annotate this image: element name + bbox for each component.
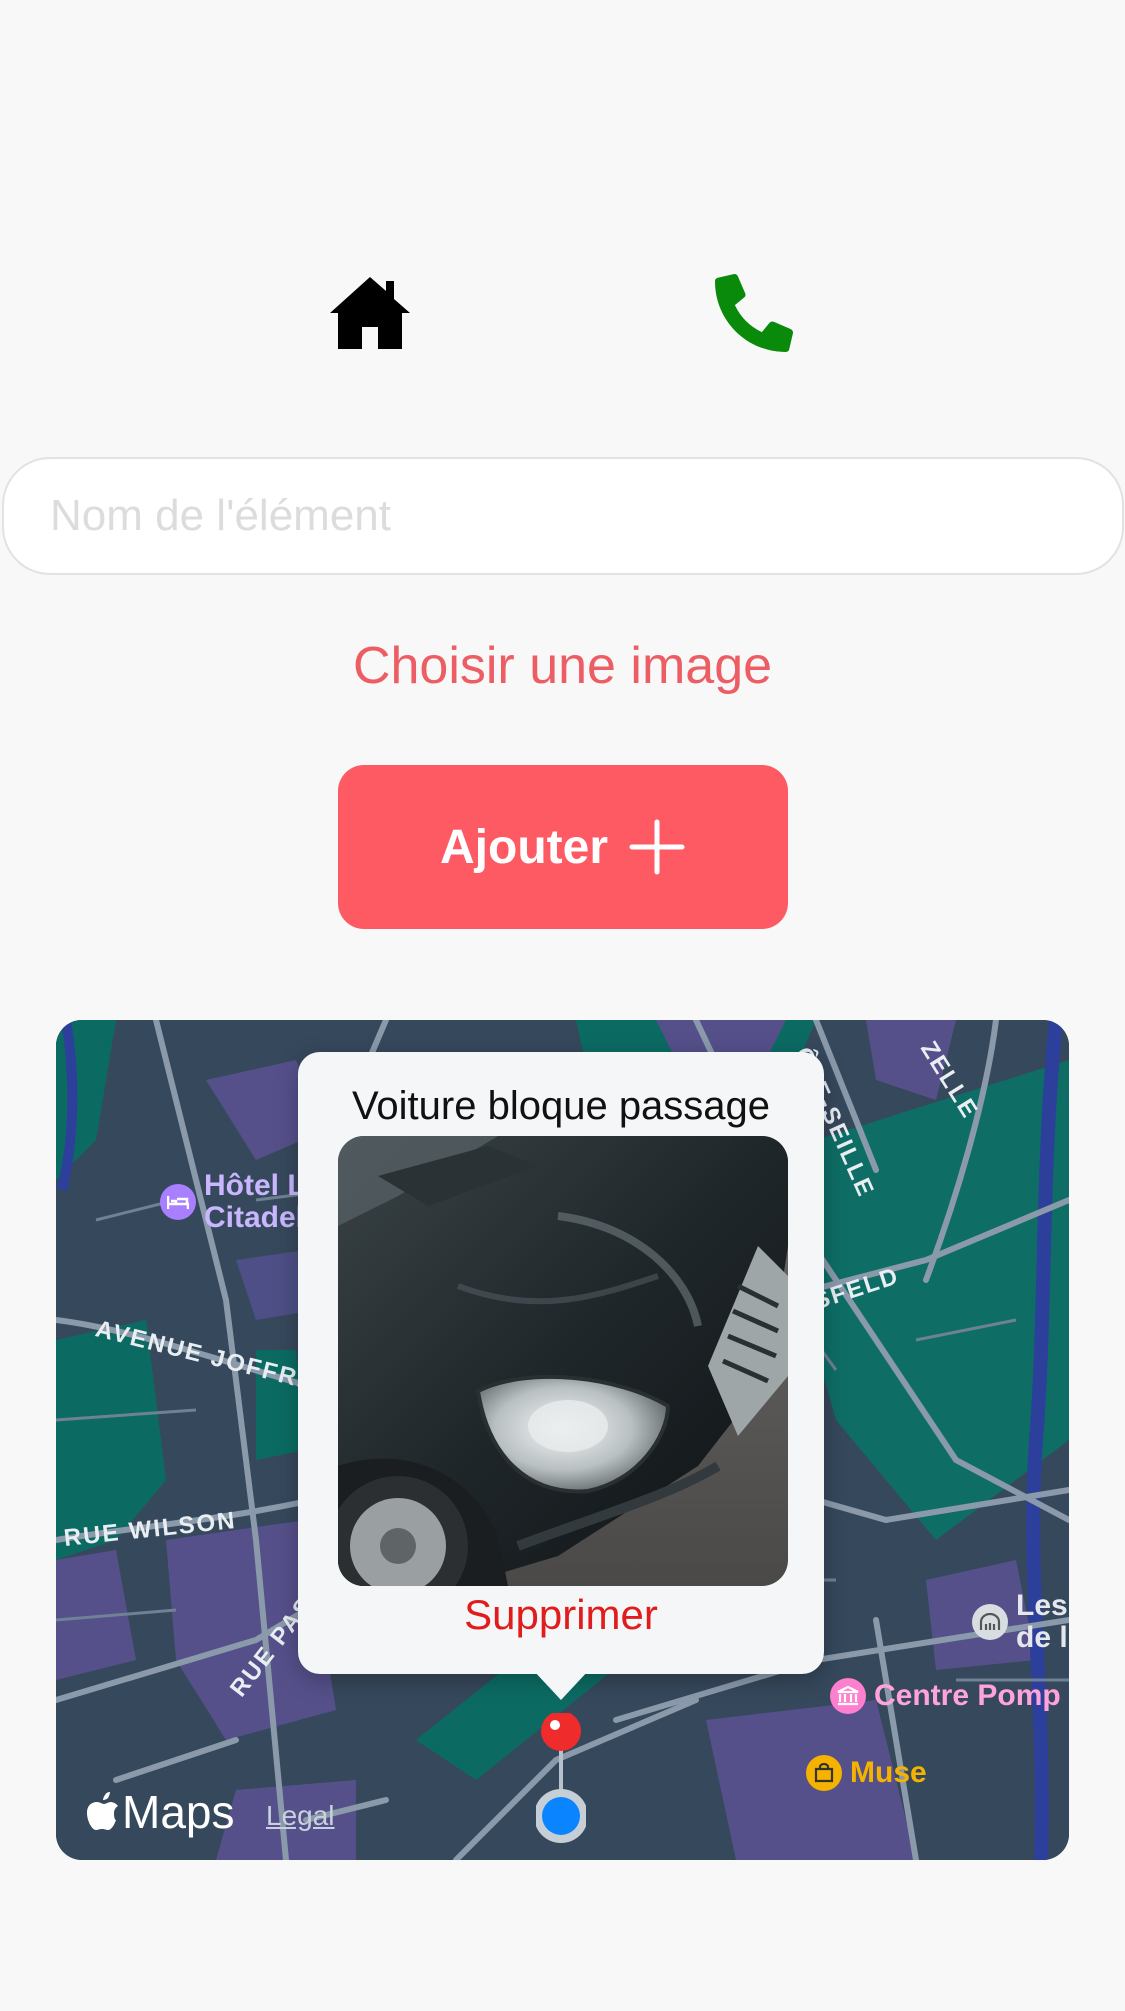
tunnel-icon (972, 1604, 1008, 1640)
poi-label: Les (1016, 1589, 1068, 1622)
museum-icon (830, 1678, 866, 1714)
choose-image-link[interactable]: Choisir une image (0, 628, 1125, 704)
delete-button[interactable]: Supprimer (298, 1590, 824, 1640)
car-photo (338, 1136, 788, 1586)
callout-pointer (533, 1670, 589, 1700)
legal-link[interactable]: Legal (266, 1800, 335, 1832)
bed-icon (160, 1184, 196, 1220)
plus-icon (629, 819, 685, 875)
poi-label: de l (1016, 1621, 1068, 1654)
add-button-label: Ajouter (440, 820, 608, 874)
poi-label: Muse (850, 1756, 927, 1789)
poi-les[interactable]: Les de l (972, 1590, 1068, 1654)
bag-icon (806, 1755, 842, 1791)
poi-musee[interactable]: Muse (806, 1755, 927, 1791)
home-icon[interactable] (328, 275, 412, 351)
poi-label: Centre Pomp (874, 1679, 1061, 1712)
add-button[interactable]: Ajouter (338, 765, 788, 929)
maps-brand-text: Maps (122, 1786, 235, 1838)
element-name-input[interactable] (2, 457, 1124, 575)
phone-icon[interactable] (715, 274, 793, 352)
annotation-callout[interactable]: Voiture bloque passage Supprimer (298, 1052, 824, 1674)
apple-maps-logo: Maps (86, 1785, 234, 1839)
apple-icon (87, 1792, 118, 1830)
poi-centre-pompidou[interactable]: Centre Pomp (830, 1678, 1061, 1714)
callout-title: Voiture bloque passage (351, 1084, 771, 1128)
map-pin-icon[interactable] (536, 1713, 586, 1843)
